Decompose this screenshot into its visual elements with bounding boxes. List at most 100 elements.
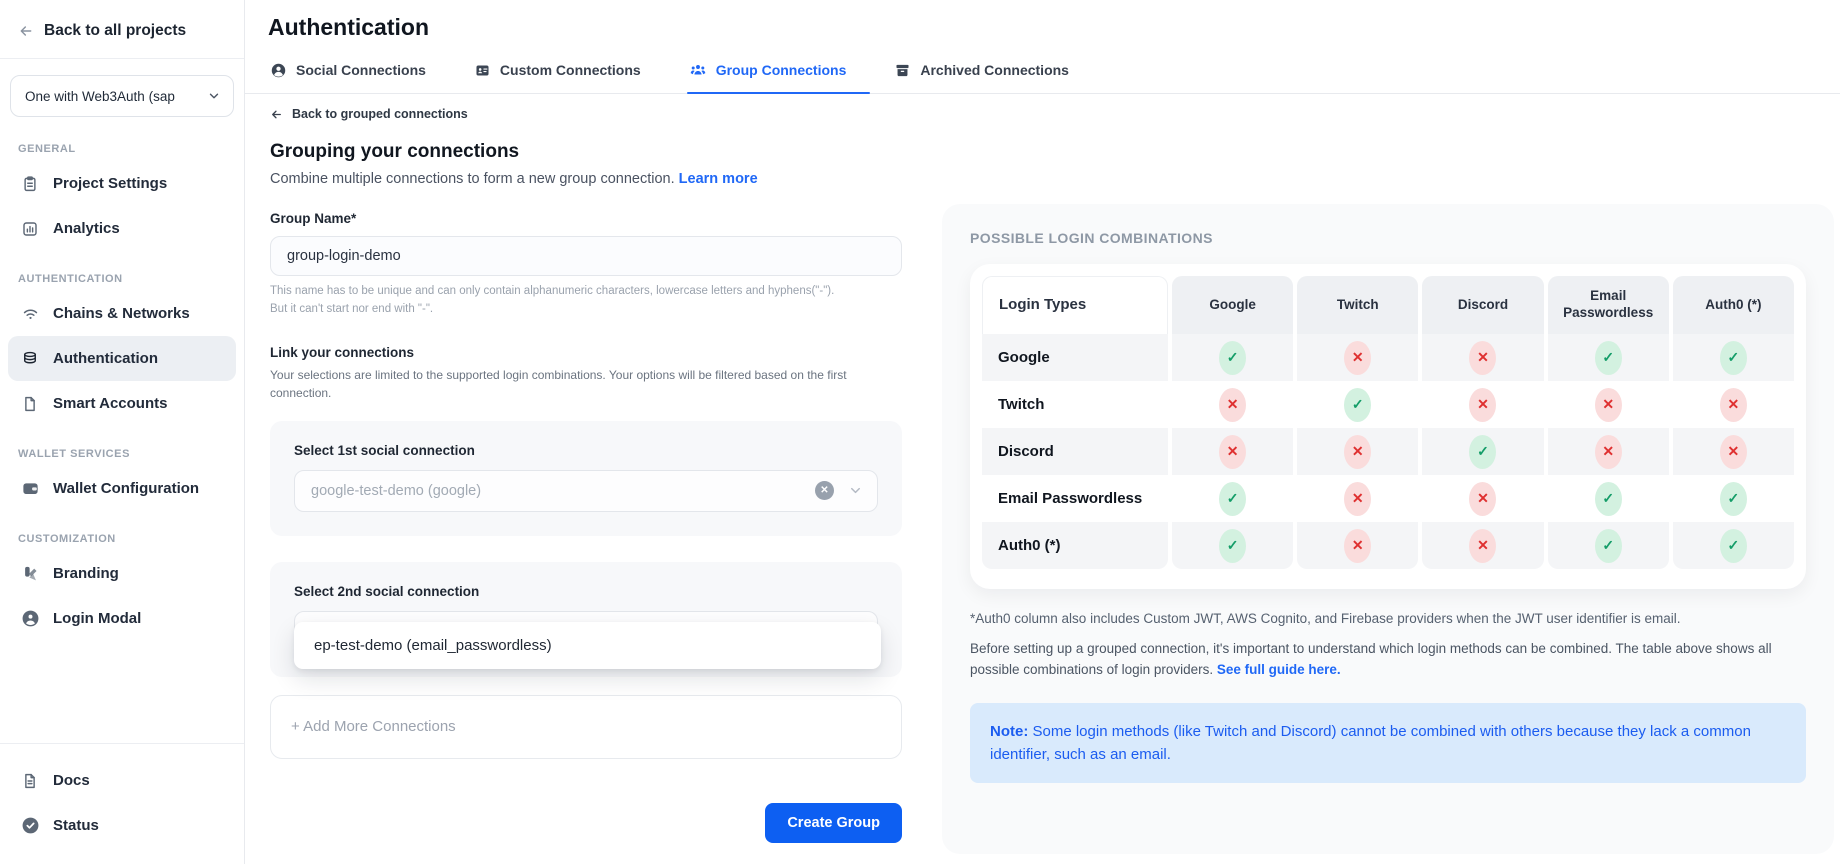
sidebar-item-label: Branding: [53, 565, 119, 582]
project-selector[interactable]: One with Web3Auth (sap: [10, 75, 234, 117]
back-to-projects-link[interactable]: Back to all projects: [0, 0, 244, 59]
cross-icon: ✕: [1344, 482, 1371, 516]
sidebar-item-analytics[interactable]: Analytics: [8, 206, 236, 251]
matrix-row-label: Discord: [982, 428, 1168, 475]
link-connections-description: Your selections are limited to the suppo…: [270, 366, 870, 403]
matrix-cell: ✕: [1172, 381, 1293, 428]
matrix-cell: ✕: [1548, 428, 1669, 475]
check-icon: ✓: [1720, 482, 1747, 516]
back-to-grouped-connections-link[interactable]: Back to grouped connections: [270, 107, 902, 121]
sidebar-item-project-settings[interactable]: Project Settings: [8, 161, 236, 206]
sidebar-section-authentication: AUTHENTICATION: [18, 273, 244, 285]
matrix-cell: ✓: [1172, 334, 1293, 381]
tab-social-connections[interactable]: Social Connections: [270, 61, 426, 93]
matrix-cell: ✕: [1673, 381, 1794, 428]
cross-icon: ✕: [1595, 388, 1622, 422]
select1-label: Select 1st social connection: [294, 443, 878, 458]
back-link-label: Back to grouped connections: [292, 107, 468, 121]
clipboard-icon: [20, 174, 40, 194]
archive-box-icon: [894, 62, 911, 79]
select2-label: Select 2nd social connection: [294, 584, 878, 599]
tab-custom-connections[interactable]: Custom Connections: [474, 61, 641, 93]
matrix-cell: ✕: [1422, 522, 1543, 569]
matrix-column-header: Twitch: [1297, 276, 1418, 334]
select2-options-menu: ep-test-demo (email_passwordless): [294, 622, 881, 669]
first-connection-card: Select 1st social connection google-test…: [270, 421, 902, 536]
matrix-cell: ✕: [1422, 334, 1543, 381]
chevron-down-icon: [207, 89, 221, 103]
sidebar-item-status[interactable]: Status: [8, 803, 236, 848]
full-guide-link[interactable]: See full guide here.: [1217, 662, 1341, 677]
wifi-icon: [20, 304, 40, 324]
sidebar-item-label: Status: [53, 817, 99, 834]
cross-icon: ✕: [1469, 341, 1496, 375]
sidebar-item-smart-accounts[interactable]: Smart Accounts: [8, 381, 236, 426]
sidebar-section-wallet-services: WALLET SERVICES: [18, 448, 244, 460]
file-icon: [20, 394, 40, 414]
create-group-button[interactable]: Create Group: [765, 803, 902, 843]
sidebar-item-chains-networks[interactable]: Chains & Networks: [8, 291, 236, 336]
sidebar-item-docs[interactable]: Docs: [8, 758, 236, 803]
sidebar-item-login-modal[interactable]: Login Modal: [8, 596, 236, 641]
check-icon: ✓: [1219, 482, 1246, 516]
cross-icon: ✕: [1469, 388, 1496, 422]
section-heading: Grouping your connections: [270, 141, 902, 163]
matrix-cell: ✓: [1673, 334, 1794, 381]
tab-label: Group Connections: [716, 62, 847, 78]
tab-archived-connections[interactable]: Archived Connections: [894, 61, 1069, 93]
learn-more-link[interactable]: Learn more: [679, 171, 758, 187]
main-content: Authentication Social Connections Custom…: [245, 0, 1840, 864]
chevron-down-icon: [848, 483, 863, 498]
add-more-connections-button[interactable]: + Add More Connections: [291, 718, 456, 735]
tab-group-connections[interactable]: Group Connections: [689, 61, 847, 93]
matrix-cell: ✕: [1673, 428, 1794, 475]
check-circle-icon: [20, 816, 40, 836]
select1-dropdown[interactable]: google-test-demo (google) ✕: [294, 470, 878, 512]
matrix-column-header: Google: [1172, 276, 1293, 334]
matrix-column-header: Discord: [1422, 276, 1543, 334]
tab-label: Social Connections: [296, 62, 426, 78]
sidebar-item-label: Login Modal: [53, 610, 141, 627]
sidebar-item-authentication[interactable]: Authentication: [8, 336, 236, 381]
user-circle-icon: [270, 62, 287, 79]
matrix-cell: ✕: [1548, 381, 1669, 428]
cross-icon: ✕: [1720, 388, 1747, 422]
stack-icon: [20, 349, 40, 369]
cross-icon: ✕: [1219, 435, 1246, 469]
tab-label: Custom Connections: [500, 62, 641, 78]
matrix-cell: ✕: [1297, 522, 1418, 569]
auth0-footnote: *Auth0 column also includes Custom JWT, …: [970, 611, 1806, 626]
combinations-title: POSSIBLE LOGIN COMBINATIONS: [970, 230, 1806, 246]
check-icon: ✓: [1720, 341, 1747, 375]
arrow-left-icon: [270, 108, 283, 121]
sidebar-item-label: Smart Accounts: [53, 395, 167, 412]
back-to-projects-label: Back to all projects: [44, 22, 186, 40]
second-connection-wrap: Select 2nd social connection ep-test-dem…: [270, 536, 902, 759]
sidebar-item-branding[interactable]: Branding: [8, 551, 236, 596]
group-name-label: Group Name*: [270, 211, 902, 226]
clear-selection-icon[interactable]: ✕: [815, 481, 834, 500]
check-icon: ✓: [1469, 435, 1496, 469]
wallet-icon: [20, 479, 40, 499]
sidebar-item-label: Docs: [53, 772, 90, 789]
group-name-helper: This name has to be unique and can only …: [270, 283, 902, 319]
matrix-row-label: Email Passwordless: [982, 475, 1168, 522]
matrix-cell: ✓: [1172, 522, 1293, 569]
combinations-table-card: Login TypesGoogleTwitchDiscordEmail Pass…: [970, 264, 1806, 589]
cross-icon: ✕: [1219, 388, 1246, 422]
dropdown-option-ep-test-demo[interactable]: ep-test-demo (email_passwordless): [294, 622, 881, 669]
matrix-row-label: Twitch: [982, 381, 1168, 428]
login-combinations-panel: POSSIBLE LOGIN COMBINATIONS Login TypesG…: [942, 204, 1834, 854]
check-icon: ✓: [1720, 529, 1747, 563]
project-selector-value: One with Web3Auth (sap: [25, 89, 175, 104]
sidebar-section-general: GENERAL: [18, 143, 244, 155]
sidebar-footer: Docs Status: [0, 743, 244, 864]
check-icon: ✓: [1219, 341, 1246, 375]
check-icon: ✓: [1344, 388, 1371, 422]
cross-icon: ✕: [1344, 435, 1371, 469]
sidebar-item-wallet-configuration[interactable]: Wallet Configuration: [8, 466, 236, 511]
matrix-cell: ✓: [1548, 334, 1669, 381]
group-name-input[interactable]: [270, 236, 902, 276]
check-icon: ✓: [1595, 482, 1622, 516]
matrix-cell: ✓: [1673, 522, 1794, 569]
